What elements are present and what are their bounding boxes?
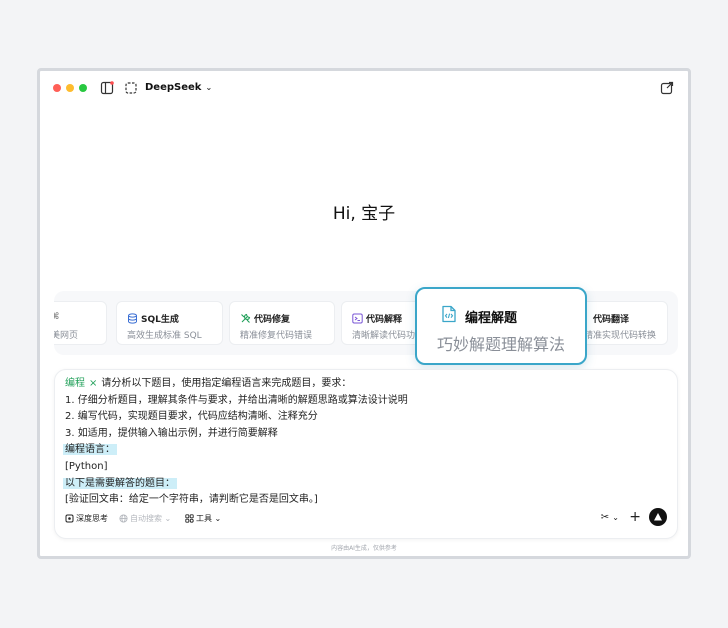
card-code-translate[interactable]: 代码翻译 精准实现代码转换: [574, 301, 668, 345]
prompt-line: [验证回文串：给定一个字符串，请判断它是否是回文串。]: [65, 494, 318, 506]
card-sql[interactable]: SQL生成 高效生成标准 SQL: [116, 301, 223, 345]
scissors-icon: ✂: [600, 512, 610, 523]
wrench-icon: [241, 313, 251, 323]
clip-tool-button[interactable]: ✂ ⌄: [601, 512, 619, 523]
card-title: 代码翻译: [593, 315, 630, 325]
chevron-down-icon: ⌄: [612, 513, 619, 522]
card-subtitle: 精准实现代码转换: [584, 331, 657, 341]
prompt-line: 请分析以下题目，使用指定编程语言来完成题目，要求：: [101, 378, 352, 389]
mode-tag[interactable]: 编程 ×: [65, 378, 101, 389]
prompt-line: 1. 仔细分析题目，理解其条件与要求，并给出清晰的解题思路或算法设计说明: [65, 394, 408, 406]
sidebar-toggle-icon[interactable]: [100, 81, 114, 95]
card-subtitle: 精准修复代码错误: [240, 331, 313, 341]
chevron-down-icon: ⌄: [164, 514, 172, 523]
share-icon[interactable]: [660, 81, 674, 95]
plus-icon: +: [629, 509, 641, 525]
app-name-label: DeepSeek: [145, 82, 202, 93]
new-chat-icon[interactable]: [124, 81, 138, 95]
auto-search-button[interactable]: 自动搜索 ⌄: [119, 513, 171, 524]
globe-icon: [119, 514, 128, 523]
auto-search-label: 自动搜索: [130, 514, 162, 523]
code-file-icon: [442, 305, 456, 323]
highlighted-placeholder[interactable]: 编程语言：: [63, 444, 117, 456]
prompt-line: 3. 如适用，提供输入输出示例，并进行简要解释: [65, 427, 278, 439]
app-window: DeepSeek⌄ Hi, 宝子 美网页 ⌘ SQL生成 高效生成标准 SQL …: [37, 68, 691, 559]
tools-grid-icon: [185, 514, 194, 523]
card-code-fix[interactable]: 代码修复 精准修复代码错误: [229, 301, 335, 345]
send-button[interactable]: [649, 508, 667, 526]
card-subtitle: 美网页: [54, 331, 79, 341]
featured-title: 编程解题: [465, 311, 518, 326]
terminal-icon: [352, 313, 363, 324]
tools-button[interactable]: 工具 ⌄: [185, 513, 221, 524]
atom-icon: [65, 514, 74, 523]
deep-think-button[interactable]: 深度思考: [65, 513, 108, 524]
card-title: SQL生成: [141, 315, 179, 325]
card-subtitle: 高效生成标准 SQL: [127, 331, 202, 341]
minimize-window-button[interactable]: [66, 84, 74, 92]
chevron-down-icon: ⌄: [205, 83, 213, 92]
mode-tag-label: 编程: [65, 378, 85, 389]
model-selector[interactable]: DeepSeek ⌄: [145, 82, 212, 93]
tools-label: 工具: [196, 514, 212, 523]
prompt-line: 2. 编写代码，实现题目要求，代码应结构清晰、注释充分: [65, 411, 318, 423]
prompt-line: [Python]: [65, 460, 108, 472]
remove-tag-icon[interactable]: ×: [89, 378, 97, 389]
input-toolbar: 深度思考 自动搜索 ⌄ 工具 ⌄ ✂ ⌄ +: [65, 508, 667, 530]
titlebar: DeepSeek ⌄: [40, 71, 688, 109]
deep-think-label: 深度思考: [76, 514, 108, 523]
prompt-text[interactable]: 编程 × 请分析以下题目，使用指定编程语言来完成题目，要求： 1. 仔细分析题目，理…: [63, 376, 667, 509]
database-icon: [128, 313, 137, 324]
maximize-window-button[interactable]: [79, 84, 87, 92]
chevron-down-icon: ⌄: [214, 514, 222, 523]
card-icon-partial: ⌘: [54, 312, 59, 322]
card-title: 代码修复: [254, 315, 291, 325]
add-attachment-button[interactable]: +: [629, 509, 641, 525]
disclaimer-text: 内容由AI生成，仅供参考: [331, 545, 397, 552]
featured-subtitle: 巧妙解题理解算法: [437, 335, 566, 354]
card-subtitle: 清晰解读代码功能: [352, 331, 425, 341]
featured-card-programming[interactable]: 编程解题 巧妙解题理解算法: [415, 287, 587, 365]
greeting-heading: Hi, 宝子: [332, 204, 396, 224]
close-window-button[interactable]: [53, 84, 61, 92]
card-web[interactable]: 美网页 ⌘: [54, 301, 107, 345]
send-arrow-icon: [654, 513, 662, 521]
chat-input-box[interactable]: 编程 × 请分析以下题目，使用指定编程语言来完成题目，要求： 1. 仔细分析题目，理…: [54, 369, 678, 539]
highlighted-placeholder[interactable]: 以下是需要解答的题目：: [63, 477, 177, 489]
card-title: 代码解释: [366, 315, 403, 325]
